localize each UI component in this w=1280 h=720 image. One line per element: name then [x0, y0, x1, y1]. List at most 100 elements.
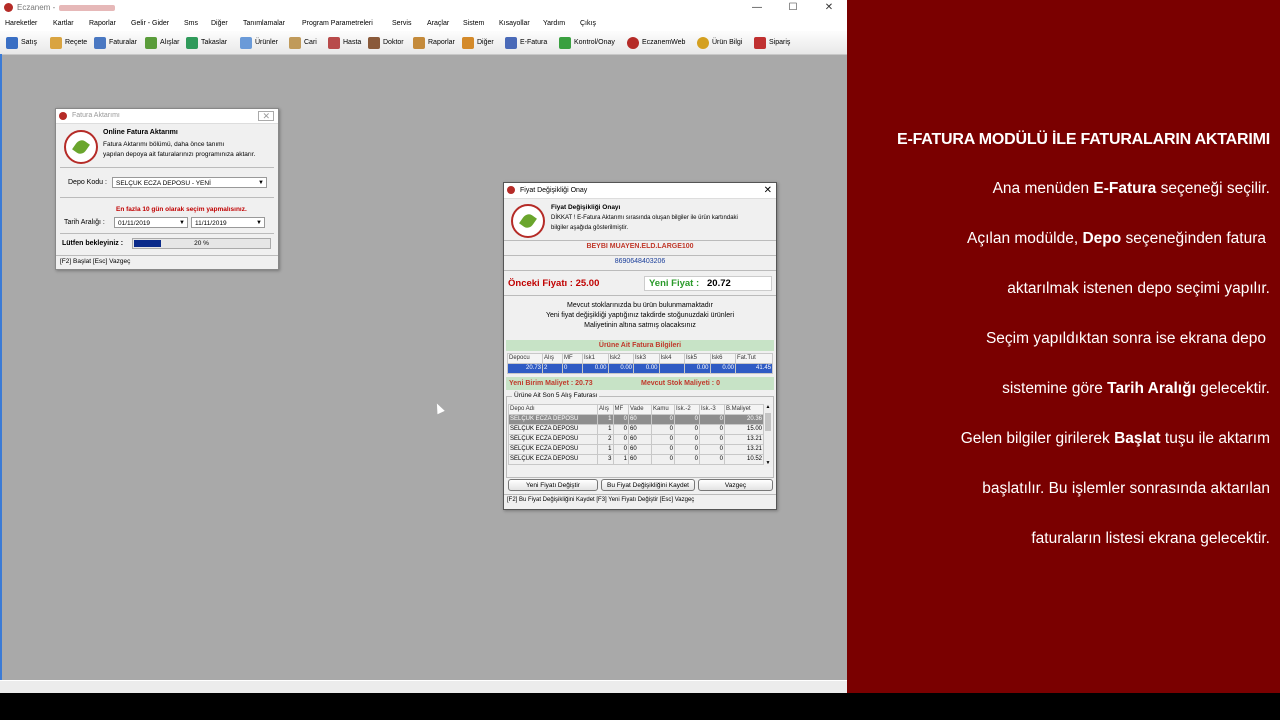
fatura-heading: Online Fatura Aktarımı [103, 129, 178, 136]
menu-gelir-gider[interactable]: Gelir - Gider [131, 20, 169, 27]
toolbar-takaslar-button[interactable]: Takaslar [186, 35, 227, 50]
toolbar-hasta-button[interactable]: Hasta [328, 35, 361, 50]
eczanem-logo-icon [627, 36, 639, 49]
toolbar-raporlar-button[interactable]: Raporlar [413, 35, 455, 50]
cancel-button[interactable]: Vazgeç [698, 479, 773, 491]
cell: 0 [699, 454, 725, 465]
toolbar-siparis-button[interactable]: Sipariş [754, 35, 790, 50]
toolbar-kontrol-onay-button[interactable]: Kontrol/Onay [559, 35, 615, 50]
menu-cikis[interactable]: Çıkış [580, 20, 596, 27]
history-header-row: Depo Adı Alış MF Vade Kamu İsk.-2 İsk.-3… [508, 404, 764, 415]
toolbar-urun-bilgi-button[interactable]: Ürün Bilgi [697, 35, 742, 50]
its-check-icon [559, 36, 571, 49]
menu-servis[interactable]: Servis [392, 20, 411, 27]
history-row[interactable]: SELÇUK ECZA DEPOSU 1 0 60 0 0 0 15.00 [508, 424, 764, 435]
new-price-value: 20.72 [707, 278, 731, 289]
text-span: gelecektir. [1195, 380, 1270, 397]
toolbar-diger-button[interactable]: Diğer [462, 35, 494, 50]
video-letterbox-bar [0, 693, 1280, 720]
menu-yardim[interactable]: Yardım [543, 20, 565, 27]
text-span: seçeneğinden fatura [1121, 230, 1266, 247]
stock-cost: Mevcut Stok Maliyeti : 0 [641, 380, 720, 387]
product-name: BEYBI MUAYEN.ELD.LARGE100 [586, 243, 694, 250]
emphasis-depo: Depo [1082, 230, 1122, 247]
history-row[interactable]: SELÇUK ECZA DEPOSU 1 0 60 0 0 0 13.21 [508, 444, 764, 455]
fiyat-heading: Fiyat Değişikliği Onayı [551, 204, 621, 211]
date-from-value: 01/11/2019 [118, 220, 151, 227]
info-icon [697, 36, 709, 49]
wait-label: Lütfen bekleyiniz : [62, 240, 124, 247]
mouse-cursor-icon [433, 401, 445, 415]
desktop-edge-accent [0, 54, 2, 682]
cell: 1 [597, 444, 614, 455]
date-to-picker[interactable]: 11/11/2019 ▼ [191, 217, 265, 228]
chevron-down-icon: ▼ [179, 220, 185, 226]
history-scrollbar[interactable]: ▲ ▼ [764, 404, 772, 467]
menu-raporlar[interactable]: Raporlar [89, 20, 116, 27]
scroll-down-icon[interactable]: ▼ [764, 460, 772, 467]
instruction-line-4: Seçim yapıldıktan sonra ise ekrana depo [985, 330, 1266, 347]
cell: 13.21 [724, 434, 764, 445]
chevron-down-icon: ▼ [258, 180, 264, 186]
stock-message-3: Maliyetinin altına satmış olacaksınız [584, 322, 696, 329]
toolbar-faturalar-button[interactable]: Faturalar [94, 35, 137, 50]
menu-sistem[interactable]: Sistem [463, 20, 484, 27]
eczanem-logo-icon [511, 204, 545, 238]
text-span: tuşu ile aktarım [1160, 430, 1270, 447]
divider [56, 255, 278, 256]
cell-alis: 2 [542, 363, 563, 374]
save-price-change-button[interactable]: Bu Fiyat Değişikliğini Kaydet [601, 479, 695, 491]
history-row[interactable]: SELÇUK ECZA DEPOSU 1 0 60 0 0 0 20.36 [508, 414, 764, 425]
cell: 60 [628, 444, 652, 455]
col-isk4: İsk4 [658, 353, 685, 364]
col-fat-tut: Fat.Tut [735, 353, 773, 364]
toolbar-eczanemweb-button[interactable]: EczanemWeb [627, 35, 685, 50]
toolbar-recete-button[interactable]: Reçete [50, 35, 87, 50]
menu-kisayollar[interactable]: Kısayollar [499, 20, 530, 27]
cell: 20.36 [724, 414, 764, 425]
invoice-header-row: Depocu Alış MF İsk1 İsk2 İsk3 İsk4 İsk5 … [507, 353, 773, 364]
toolbar-label: Sipariş [769, 39, 791, 46]
toolbar-doktor-button[interactable]: Doktor [368, 35, 404, 50]
menu-kartlar[interactable]: Kartlar [53, 20, 74, 27]
toolbar-alislar-button[interactable]: Alışlar [145, 35, 179, 50]
tools-icon [462, 36, 474, 49]
menu-araclar[interactable]: Araçlar [427, 20, 449, 27]
text-span: Gelen bilgiler girilerek [960, 430, 1115, 447]
cell: 2 [597, 434, 614, 445]
cell: 0 [674, 444, 700, 455]
close-button[interactable]: ✕ [811, 0, 847, 16]
menu-sms[interactable]: Sms [184, 20, 198, 27]
menu-tanimlamalar[interactable]: Tanımlamalar [243, 20, 285, 27]
invoice-row[interactable]: 20.73 2 0 0.00 0.00 0.00 0.00 0.00 41.45 [507, 363, 773, 374]
cell-isk1: 0.00 [582, 363, 609, 374]
scroll-thumb[interactable] [765, 413, 771, 431]
menu-hareketler[interactable]: Hareketler [5, 20, 37, 27]
stock-message-2: Yeni fiyat değişikliği yaptığınız takdir… [545, 312, 735, 319]
toolbar-efatura-button[interactable]: E-Fatura [505, 35, 547, 50]
close-icon[interactable]: ✕ [764, 183, 772, 198]
maximize-button[interactable]: ☐ [775, 0, 811, 16]
scroll-up-icon[interactable]: ▲ [764, 404, 772, 411]
close-icon[interactable]: ✕ [258, 111, 274, 121]
fatura-window-titlebar: Fatura Aktarımı ✕ [56, 109, 278, 124]
chevron-down-icon: ▼ [256, 220, 262, 226]
date-from-picker[interactable]: 01/11/2019 ▼ [114, 217, 188, 228]
depo-kodu-select[interactable]: SELÇUK ECZA DEPOSU - YENİ ▼ [112, 177, 267, 188]
menu-program-parametreleri[interactable]: Program Parametreleri [302, 20, 373, 27]
history-row[interactable]: SELÇUK ECZA DEPOSU 2 0 60 0 0 0 13.21 [508, 434, 764, 445]
toolbar-label: E-Fatura [520, 39, 548, 46]
toolbar-cari-button[interactable]: Cari [289, 35, 317, 50]
toolbar-satis-button[interactable]: Satış [6, 35, 37, 50]
toolbar-label: Alışlar [160, 39, 180, 46]
prescription-icon [50, 36, 62, 49]
menu-diger[interactable]: Diğer [211, 20, 228, 27]
change-new-price-button[interactable]: Yeni Fiyatı Değiştir [508, 479, 598, 491]
col-vade: Vade [628, 404, 652, 415]
minimize-button[interactable]: — [739, 0, 775, 16]
cell: 10.52 [724, 454, 764, 465]
history-row[interactable]: SELÇUK ECZA DEPOSU 3 1 60 0 0 0 10.52 [508, 454, 764, 465]
cell: 0 [651, 454, 675, 465]
text-span: Ana menüden [992, 180, 1094, 197]
toolbar-urunler-button[interactable]: Ürünler [240, 35, 278, 50]
